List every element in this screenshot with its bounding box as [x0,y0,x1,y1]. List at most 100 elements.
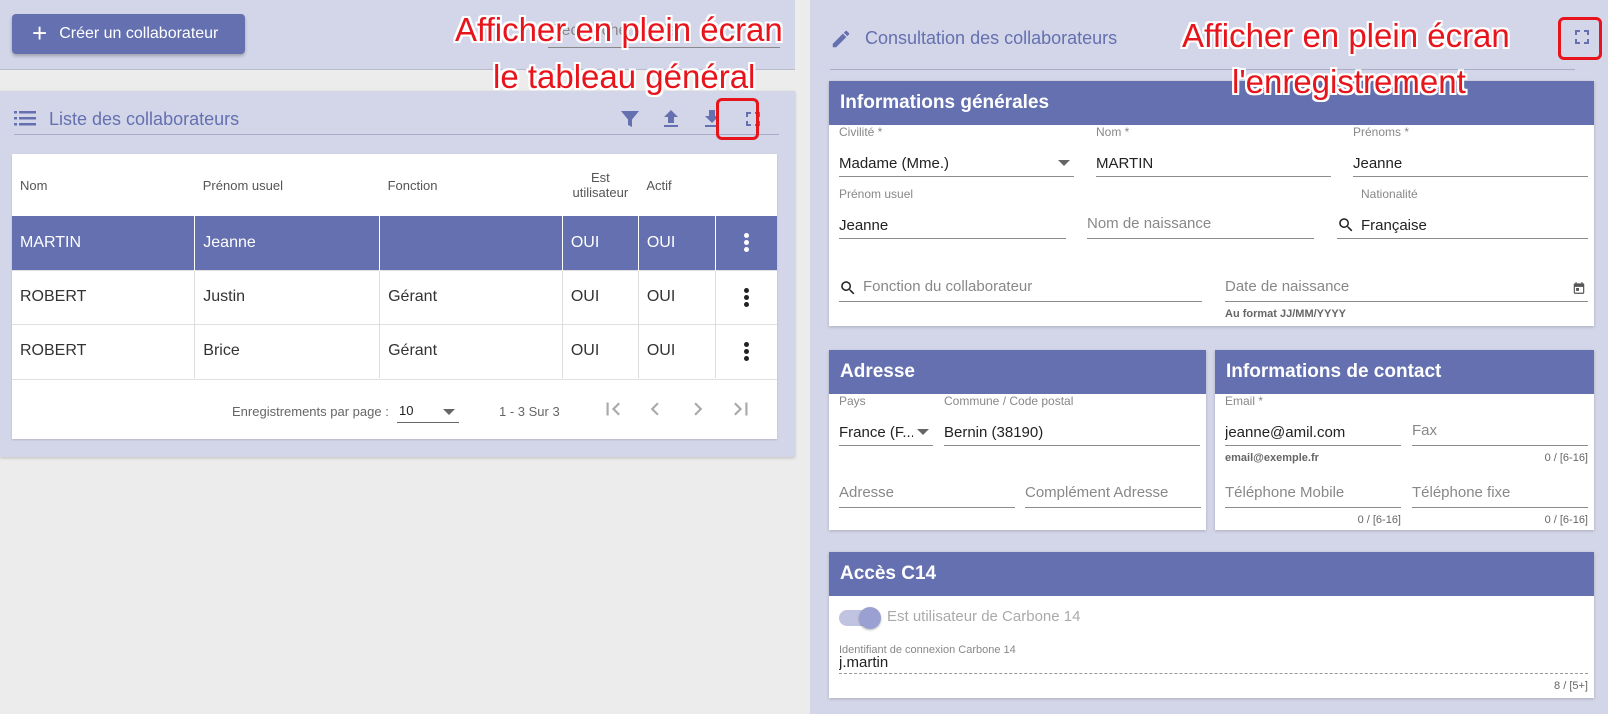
nom-naissance-field[interactable]: Nom de naissance [1087,207,1314,239]
cell-nom: MARTIN [12,216,196,270]
page-size-value: 10 [399,403,414,418]
page-size-label: Enregistrements par page : [232,404,389,419]
mobile-phone-field[interactable]: Téléphone Mobile 0 / [6-16] [1225,476,1401,526]
prev-page-icon[interactable] [640,396,670,422]
search-icon [1339,218,1353,232]
complement-adresse-field[interactable]: Complément Adresse [1025,476,1201,508]
toggle-knob [859,607,881,629]
calendar-icon[interactable] [1572,281,1586,295]
cell-nom: ROBERT [12,323,196,378]
mobile-phone-placeholder: Téléphone Mobile [1225,484,1345,501]
cell-actif: OUI [638,216,716,270]
kebab-icon[interactable] [744,286,750,309]
fonction-placeholder: Fonction du collaborateur [863,278,1033,295]
nom-value: MARTIN [1096,155,1154,172]
login-field: Identifiant de connexion Carbone 14 j.ma… [839,644,1588,692]
date-naissance-placeholder: Date de naissance [1225,278,1350,295]
cell-utilisateur: OUI [562,323,639,378]
login-value: j.martin [839,654,889,671]
fullscreen-highlight-left [716,98,759,140]
email-field[interactable]: Email * jeanne@amil.com email@exemple.fr [1225,394,1401,464]
commune-label: Commune / Code postal [944,394,1074,408]
cell-fonction: Gérant [379,269,563,324]
cell-actif: OUI [638,269,716,324]
contact-card: Informations de contact Email * jeanne@a… [1215,350,1594,530]
next-page-icon[interactable] [683,396,713,422]
date-format-hint: Au format JJ/MM/YYYY [1225,308,1347,320]
cell-actif: OUI [638,323,716,378]
cell-utilisateur: OUI [562,269,639,324]
create-collaborator-label: Créer un collaborateur [59,25,219,42]
pencil-icon [832,30,850,48]
col-header-prenom[interactable]: Prénom usuel [195,154,380,216]
prenoms-field[interactable]: Prénoms * Jeanne [1353,125,1588,177]
create-collaborator-button[interactable]: + Créer un collaborateur [12,14,245,54]
adresse-field[interactable]: Adresse [839,476,1015,508]
pays-label: Pays [839,394,866,408]
filter-icon[interactable] [618,107,642,131]
nationalite-value: Française [1361,217,1427,234]
prenoms-value: Jeanne [1353,155,1403,172]
cell-fonction: Gérant [379,323,563,378]
list-header: Liste des collaborateurs [14,98,779,140]
chevron-down-icon [1058,160,1070,166]
pays-select[interactable]: Pays France (F... [839,394,933,446]
page-range: 1 - 3 Sur 3 [499,404,560,419]
table-row[interactable]: ROBERT Justin Gérant OUI OUI [12,269,777,324]
cell-prenom: Brice [194,323,381,378]
kebab-icon[interactable] [744,231,750,254]
civilite-value: Madame (Mme.) [839,155,950,172]
fax-count: 0 / [6-16] [1544,452,1588,464]
cell-prenom: Jeanne [194,216,381,270]
nom-naissance-placeholder: Nom de naissance [1087,215,1212,232]
col-header-utilisateur[interactable]: Est utilisateur [562,154,638,216]
fax-field[interactable]: Fax 0 / [6-16] [1412,414,1588,464]
table-row[interactable]: MARTIN Jeanne OUI OUI [12,216,777,270]
prenoms-label: Prénoms * [1353,125,1410,139]
commune-field[interactable]: Commune / Code postal Bernin (38190) [944,394,1200,446]
civilite-label: Civilité * [839,125,883,139]
commune-value: Bernin (38190) [944,424,1044,441]
prenom-usuel-label: Prénom usuel [839,187,914,201]
address-heading: Adresse [829,350,1206,394]
email-hint: email@exemple.fr [1225,452,1319,464]
plus-icon: + [32,17,48,48]
nationalite-field[interactable]: Nationalité Française [1337,187,1588,239]
carbone-user-toggle-label: Est utilisateur de Carbone 14 [887,608,1081,625]
table-row[interactable]: ROBERT Brice Gérant OUI OUI [12,323,777,378]
civilite-select[interactable]: Civilité * Madame (Mme.) [839,125,1074,177]
landline-phone-placeholder: Téléphone fixe [1412,484,1511,501]
email-label: Email * [1225,394,1264,408]
date-naissance-field[interactable]: Date de naissance Au format JJ/MM/YYYY [1225,270,1588,320]
fax-placeholder: Fax [1412,422,1438,439]
landline-phone-field[interactable]: Téléphone fixe 0 / [6-16] [1412,476,1588,526]
nom-field[interactable]: Nom * MARTIN [1096,125,1331,177]
carbone-user-toggle[interactable] [839,607,881,629]
annotation-left-line1: Afficher en plein écran [455,11,783,48]
col-header-actif[interactable]: Actif [638,154,715,216]
col-header-nom[interactable]: Nom [12,154,195,216]
upload-icon[interactable] [659,107,683,131]
cell-prenom: Justin [194,269,381,324]
kebab-icon[interactable] [744,340,750,363]
fonction-field[interactable]: Fonction du collaborateur [839,270,1202,302]
first-page-icon[interactable] [598,396,628,422]
email-value: jeanne@amil.com [1225,424,1346,441]
col-header-actions [715,154,777,216]
row-actions [715,216,777,270]
cell-nom: ROBERT [12,269,196,324]
row-actions [715,323,777,378]
last-page-icon[interactable] [726,396,756,422]
address-card: Adresse Pays France (F... Commune / Code… [829,350,1206,530]
col-header-fonction[interactable]: Fonction [380,154,563,216]
page-size-select[interactable]: 10 [397,399,459,423]
contact-heading: Informations de contact [1215,350,1594,394]
record-title: Consultation des collaborateurs [865,28,1118,48]
prenom-usuel-field[interactable]: Prénom usuel Jeanne [839,187,1066,239]
list-title: Liste des collaborateurs [49,109,240,129]
nom-label: Nom * [1096,125,1130,139]
adresse-placeholder: Adresse [839,484,895,501]
chevron-down-icon [917,429,929,435]
general-info-heading: Informations générales [829,81,1594,125]
nationalite-label: Nationalité [1361,187,1418,201]
